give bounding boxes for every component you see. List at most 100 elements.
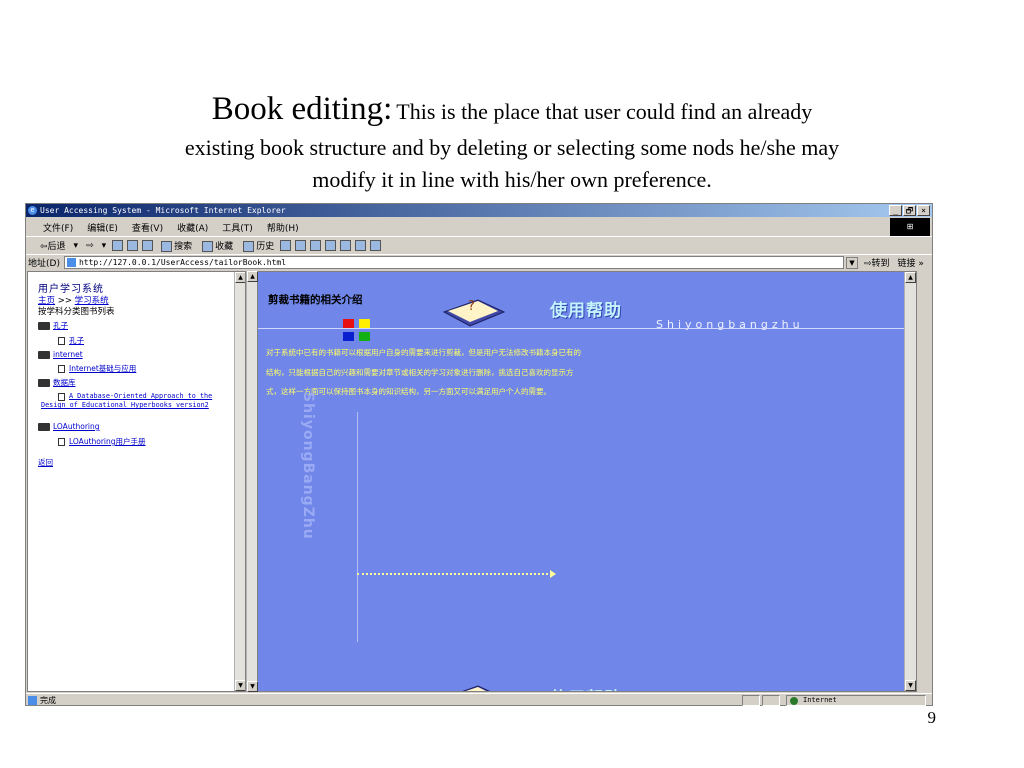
- status-text-area: 完成: [26, 695, 742, 706]
- menu-help[interactable]: 帮助(H): [260, 221, 306, 234]
- address-input[interactable]: http://127.0.0.1/UserAccess/tailorBook.h…: [63, 256, 844, 269]
- status-cell: [742, 694, 760, 706]
- status-text: 完成: [40, 695, 56, 705]
- address-value: http://127.0.0.1/UserAccess/tailorBook.h…: [78, 258, 287, 267]
- stop-icon[interactable]: [112, 240, 124, 251]
- chevron-down-icon[interactable]: ▾: [70, 241, 83, 251]
- minimize-button[interactable]: _: [889, 205, 902, 216]
- tree-folder-loauthoring[interactable]: LOAuthoring: [38, 422, 100, 431]
- window-title: User Accessing System - Microsoft Intern…: [40, 206, 286, 215]
- help-title-bottom: 使用帮助: [550, 684, 622, 691]
- slide-title-line2: existing book structure and by deleting …: [184, 135, 840, 160]
- close-button[interactable]: ×: [917, 205, 930, 216]
- arrow-right-icon: [550, 570, 556, 578]
- back-link[interactable]: 返回: [38, 458, 53, 467]
- book-list-subtitle: 按学科分类图书列表: [38, 307, 115, 317]
- back-link-row: 返回: [38, 458, 53, 467]
- restore-button[interactable]: 🗗: [903, 205, 916, 216]
- document-icon: [58, 365, 65, 373]
- forward-button[interactable]: ⇨: [82, 241, 98, 251]
- folder-icon: [38, 379, 50, 387]
- tree-leaf-loauthoring[interactable]: LOAuthoring用户手册: [38, 437, 146, 446]
- toolbar: ⇦后退 ▾ ⇨ ▾ 搜索 收藏 历史: [26, 236, 932, 254]
- blue-square-icon: [343, 332, 354, 341]
- left-frame-scrollbar[interactable]: ▲ ▼: [234, 272, 245, 691]
- refresh-icon[interactable]: [127, 240, 139, 251]
- menu-file[interactable]: 文件(F): [36, 221, 80, 234]
- address-dropdown-button[interactable]: ▼: [845, 256, 858, 269]
- intro-title: 剪裁书籍的相关介绍: [268, 294, 363, 306]
- divider: [258, 328, 913, 329]
- tree-leaf-internet[interactable]: Internet基础与应用: [38, 364, 136, 373]
- tree-folder-kongzi[interactable]: 孔子: [38, 321, 68, 330]
- favorites-icon: [202, 241, 214, 252]
- svg-text:?: ?: [468, 299, 475, 314]
- watermark-text: ShiyongBangZhu: [300, 392, 316, 540]
- menu-edit[interactable]: 编辑(E): [80, 221, 125, 234]
- tree-leaf-label[interactable]: LOAuthoring用户手册: [69, 437, 146, 446]
- decorative-dotted-line: [357, 573, 552, 575]
- tree-leaf-kongzi[interactable]: 孔子: [38, 336, 84, 345]
- book-icon: ?: [442, 299, 506, 327]
- tree-leaf-label[interactable]: A Database-Oriented Approach to the Desi…: [41, 392, 233, 410]
- menu-bar: 文件(F) 编辑(E) 查看(V) 收藏(A) 工具(T) 帮助(H): [26, 218, 932, 236]
- print-icon[interactable]: [295, 240, 307, 251]
- home-icon[interactable]: [142, 240, 154, 251]
- search-button[interactable]: 搜索: [155, 239, 196, 252]
- go-button[interactable]: ⇨转到: [864, 256, 890, 269]
- scroll-down-icon[interactable]: ▼: [247, 681, 258, 692]
- page-number: 9: [927, 708, 937, 727]
- history-icon: [243, 241, 255, 252]
- menu-view[interactable]: 查看(V): [125, 221, 170, 234]
- tree-folder-label[interactable]: 孔子: [53, 321, 68, 330]
- history-button[interactable]: 历史: [237, 239, 278, 252]
- slide-title: Book editing: This is the place that use…: [60, 92, 964, 196]
- tree-leaf-database[interactable]: A Database-Oriented Approach to the Desi…: [38, 392, 233, 410]
- windows-logo-icon: ⊞: [890, 218, 930, 236]
- chevron-down-icon[interactable]: ▾: [98, 241, 111, 251]
- yellow-square-icon: [359, 319, 370, 328]
- status-cell: [762, 694, 780, 706]
- scroll-up-icon[interactable]: ▲: [905, 272, 916, 283]
- tree-leaf-label[interactable]: Internet基础与应用: [69, 364, 136, 373]
- tree-folder-label[interactable]: internet: [53, 350, 83, 359]
- menu-tools[interactable]: 工具(T): [215, 221, 260, 234]
- messenger-icon[interactable]: [340, 240, 352, 251]
- discuss-icon[interactable]: [325, 240, 337, 251]
- system-title: 用户学习系统: [38, 284, 104, 295]
- folder-icon: [38, 423, 50, 431]
- frame-splitter-scrollbar[interactable]: ▲ ▼: [246, 271, 258, 692]
- research-icon[interactable]: [370, 240, 382, 251]
- links-button[interactable]: 链接 »: [898, 256, 924, 269]
- menu-favorites[interactable]: 收藏(A): [170, 221, 215, 234]
- scroll-up-icon[interactable]: ▲: [235, 272, 245, 283]
- slide-title-line1: This is the place that user could find a…: [396, 99, 813, 124]
- edit-icon[interactable]: [310, 240, 322, 251]
- address-bar: 地址(D) http://127.0.0.1/UserAccess/tailor…: [26, 254, 932, 270]
- green-square-icon: [359, 332, 370, 341]
- left-frame: 用户学习系统 主页 >> 学习系统 按学科分类图书列表 孔子 孔子 intern…: [27, 271, 246, 692]
- document-icon: [58, 337, 65, 345]
- search-icon: [161, 241, 173, 252]
- tree-folder-label[interactable]: LOAuthoring: [53, 422, 100, 431]
- page-icon: [28, 695, 37, 705]
- status-bar: 完成 Internet: [26, 693, 932, 706]
- tree-folder-database[interactable]: 数据库: [38, 378, 76, 387]
- back-button[interactable]: ⇦后退: [36, 239, 70, 252]
- scroll-down-icon[interactable]: ▼: [235, 680, 245, 691]
- window-titlebar: e User Accessing System - Microsoft Inte…: [26, 204, 932, 217]
- scroll-up-icon[interactable]: ▲: [247, 271, 258, 282]
- tree-folder-internet[interactable]: internet: [38, 350, 83, 359]
- media-icon[interactable]: [355, 240, 367, 251]
- tree-folder-label[interactable]: 数据库: [53, 378, 76, 387]
- red-square-icon: [343, 319, 354, 328]
- decorative-vertical-line: [357, 412, 358, 642]
- security-zone: Internet: [786, 694, 926, 706]
- scroll-down-icon[interactable]: ▼: [905, 680, 916, 691]
- tree-leaf-label[interactable]: 孔子: [69, 336, 84, 345]
- right-frame-scrollbar[interactable]: ▲ ▼: [904, 272, 916, 691]
- favorites-button[interactable]: 收藏: [196, 239, 237, 252]
- mail-icon[interactable]: [280, 240, 292, 251]
- slide-title-head: Book editing:: [211, 91, 393, 127]
- zone-label: Internet: [803, 695, 837, 704]
